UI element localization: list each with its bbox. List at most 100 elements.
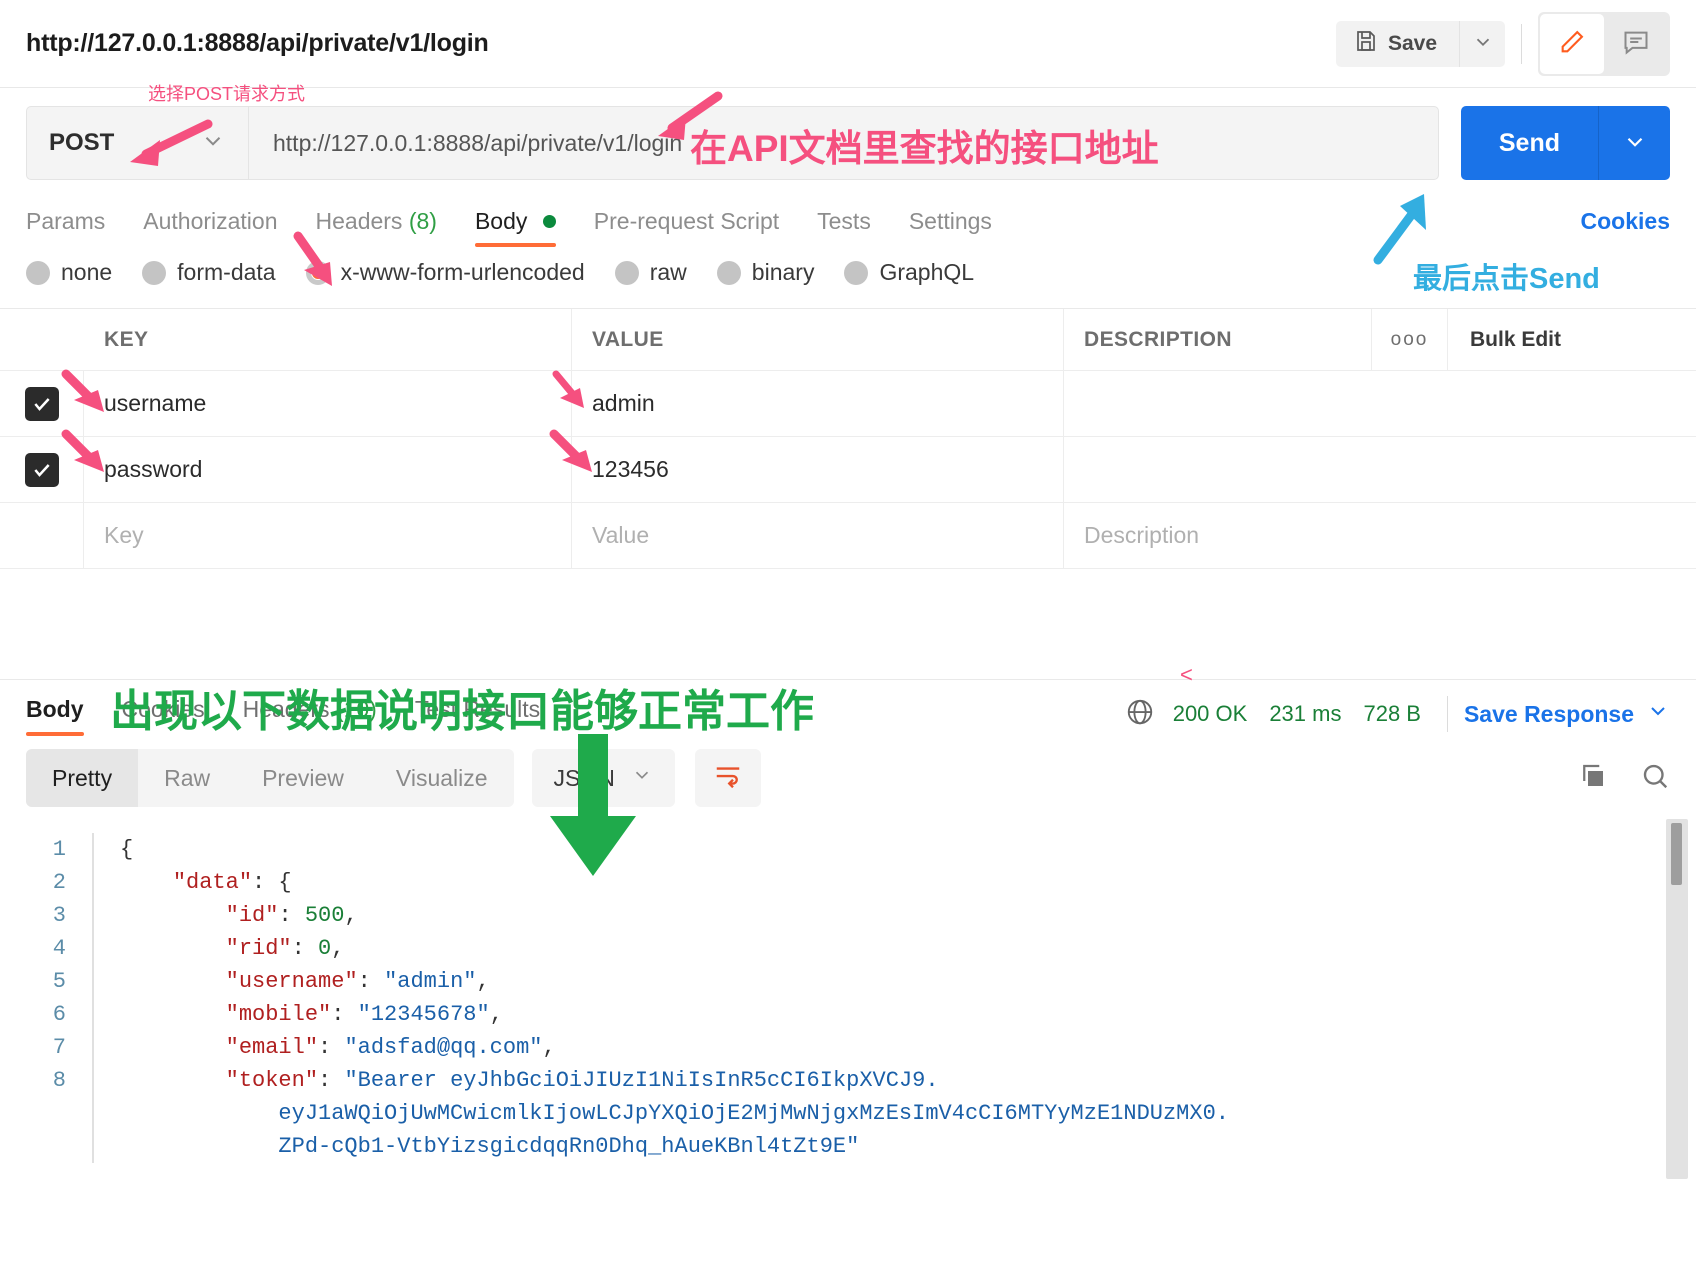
body-type-form-data[interactable]: form-data	[142, 259, 276, 286]
save-options-button[interactable]	[1459, 20, 1505, 67]
chevron-down-icon	[1622, 129, 1648, 158]
view-mode-visualize[interactable]: Visualize	[370, 749, 514, 807]
response-time: 231 ms	[1269, 701, 1342, 726]
body-type-label: raw	[649, 259, 687, 285]
response-tab-test-results[interactable]: Test Results	[415, 696, 540, 739]
line-number: 6	[52, 1002, 66, 1027]
cookies-link[interactable]: Cookies	[1581, 208, 1670, 235]
response-view-mode-group: Pretty Raw Preview Visualize	[26, 749, 514, 807]
tab-settings[interactable]: Settings	[909, 208, 992, 251]
row-description-input[interactable]	[1064, 437, 1696, 502]
code-token: "Bearer eyJhbGciOiJIUzI1NiIsInR5cCI6IkpX…	[344, 1068, 939, 1093]
row-description-input[interactable]	[1064, 371, 1696, 436]
tab-params[interactable]: Params	[26, 208, 105, 251]
response-tab-cookies[interactable]: Cookies	[122, 696, 205, 739]
radio-icon	[142, 260, 167, 285]
code-token: ZPd-cQb1-VtbYizsgicdqqRn0Dhq_hAueKBnl4tZ…	[120, 1134, 860, 1159]
response-format-select[interactable]: JSON	[531, 749, 675, 807]
row-value-input[interactable]: admin	[572, 371, 1064, 436]
row-checkbox-cell	[0, 371, 84, 436]
code-token: :	[278, 903, 305, 928]
new-row-key-input[interactable]: Key	[84, 503, 572, 568]
column-header-description: DESCRIPTION	[1064, 309, 1372, 370]
send-options-button[interactable]	[1598, 106, 1670, 180]
tab-tests[interactable]: Tests	[817, 208, 871, 251]
body-type-raw[interactable]: raw	[614, 259, 687, 286]
code-token: {	[120, 837, 134, 862]
checkbox-checked-icon[interactable]	[24, 452, 59, 487]
response-tab-headers[interactable]: Headers (10)	[243, 696, 377, 739]
save-response-button[interactable]: Save Response	[1464, 699, 1670, 729]
tab-label: Tests	[817, 208, 871, 234]
tab-headers[interactable]: Headers (8)	[316, 208, 437, 251]
tab-pre-request-script[interactable]: Pre-request Script	[594, 208, 779, 251]
scrollbar-thumb[interactable]	[1671, 823, 1682, 885]
row-checkbox-cell	[0, 437, 84, 502]
tab-label: Cookies	[121, 696, 205, 722]
more-options-icon[interactable]: ooo	[1372, 309, 1448, 370]
line-number: 2	[52, 870, 66, 895]
code-line: 5 "username": "admin",	[0, 965, 1696, 998]
copy-icon[interactable]	[1578, 761, 1608, 796]
code-line: 1{	[0, 833, 1696, 866]
code-text: "id": 500,	[94, 899, 358, 932]
view-mode-pretty[interactable]: Pretty	[26, 749, 139, 807]
code-line: 7 "email": "adsfad@qq.com",	[0, 1031, 1696, 1064]
save-button-label: Save	[1387, 31, 1437, 55]
response-body-viewer[interactable]: 1{2 "data": {3 "id": 500, 4 "rid": 0, 5 "u…	[0, 819, 1696, 1179]
tab-authorization[interactable]: Authorization	[143, 208, 277, 251]
chevron-down-icon	[1646, 699, 1670, 729]
tab-label: Settings	[908, 208, 992, 234]
http-method-select[interactable]: POST	[26, 106, 248, 180]
line-number: 7	[52, 1035, 66, 1060]
new-row-value-input[interactable]: Value	[572, 503, 1064, 568]
response-actions	[1578, 761, 1670, 796]
send-button[interactable]: Send	[1460, 106, 1598, 180]
code-token: "rid"	[225, 936, 292, 961]
row-key-input[interactable]: password	[84, 437, 572, 502]
view-mode-raw[interactable]: Raw	[138, 749, 236, 807]
chevron-down-icon	[200, 128, 226, 159]
code-token: "mobile"	[225, 1002, 332, 1027]
save-button[interactable]: Save	[1335, 20, 1459, 67]
code-token: ,	[542, 1035, 556, 1060]
table-header-row: KEY VALUE DESCRIPTION ooo Bulk Edit	[0, 309, 1696, 371]
edit-request-button[interactable]	[1540, 13, 1604, 74]
body-type-x-www-form-urlencoded[interactable]: x-www-form-urlencoded	[305, 259, 585, 286]
row-key-input[interactable]: username	[84, 371, 572, 436]
word-wrap-button[interactable]	[694, 749, 761, 807]
spacer-region	[0, 569, 1696, 679]
code-text: "data": {	[94, 866, 292, 899]
code-token: "data"	[172, 870, 253, 895]
response-scrollbar[interactable]	[1666, 819, 1688, 1179]
headers-count-badge: (8)	[408, 208, 437, 234]
new-row-description-input[interactable]: Description	[1064, 503, 1696, 568]
line-number: 5	[52, 969, 66, 994]
comments-button[interactable]	[1604, 14, 1668, 74]
tab-body[interactable]: Body	[474, 208, 556, 251]
view-mode-preview[interactable]: Preview	[236, 749, 370, 807]
code-text: "email": "adsfad@qq.com",	[94, 1031, 556, 1064]
search-icon[interactable]	[1640, 761, 1670, 796]
code-token: ,	[476, 969, 490, 994]
code-text: "token": "Bearer eyJhbGciOiJIUzI1NiIsInR…	[94, 1064, 939, 1097]
code-token: "email"	[225, 1035, 319, 1060]
body-type-binary[interactable]: binary	[716, 259, 814, 286]
checkbox-checked-icon[interactable]	[24, 386, 59, 421]
body-type-graphql[interactable]: GraphQL	[844, 259, 974, 286]
comment-icon	[1622, 28, 1650, 59]
response-tab-body[interactable]: Body	[26, 696, 84, 739]
code-lines: 1{2 "data": {3 "id": 500, 4 "rid": 0, 5 "u…	[0, 833, 1696, 1163]
url-input[interactable]: http://127.0.0.1:8888/api/private/v1/log…	[248, 106, 1439, 180]
code-line: 8 "token": "Bearer eyJhbGciOiJIUzI1NiIsI…	[0, 1064, 1696, 1097]
radio-icon	[844, 260, 869, 285]
radio-icon	[26, 260, 50, 285]
body-type-none[interactable]: none	[26, 259, 112, 286]
tab-label: Test Results	[414, 696, 541, 722]
bulk-edit-button[interactable]: Bulk Edit	[1448, 309, 1696, 370]
code-token: :	[318, 1035, 345, 1060]
row-value-input[interactable]: 123456	[572, 437, 1064, 502]
